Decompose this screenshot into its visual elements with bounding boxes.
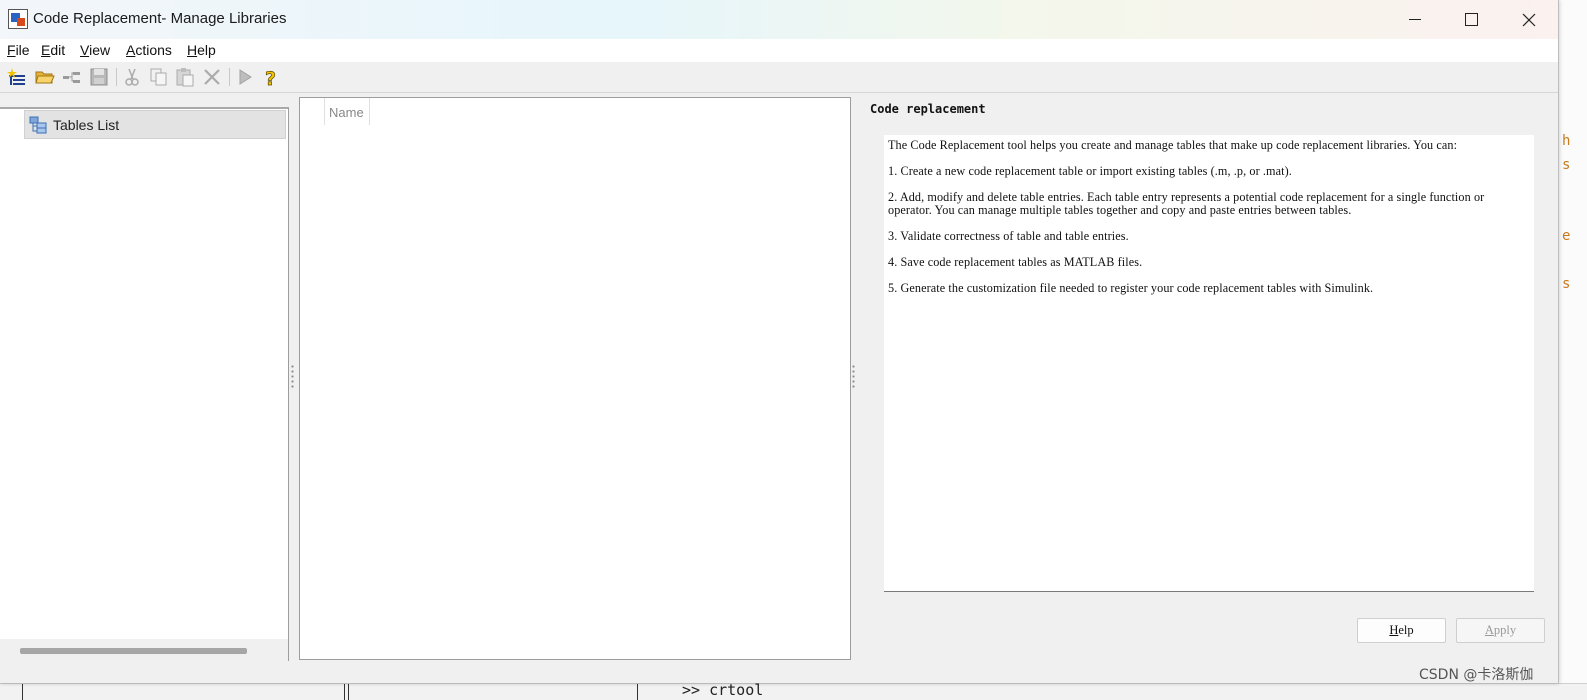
apply-button[interactable]: Apply [1456,618,1545,643]
menu-label: iew [89,42,111,58]
run-button[interactable] [235,67,255,87]
menu-view[interactable]: View [80,42,110,58]
background-editor-strip: h s e s [1560,0,1587,699]
info-paragraph: 2. Add, modify and delete table entries.… [888,190,1485,217]
maximize-icon [1465,13,1478,26]
tree-item-tables-list[interactable]: Tables List [24,110,286,139]
menu-mnemonic: H [187,42,198,58]
menu-mnemonic: A [126,42,136,58]
background-code-char: h [1562,133,1571,149]
help-toolbar-button[interactable]: ? [262,67,282,91]
menu-edit[interactable]: Edit [41,42,65,58]
copy-button[interactable] [149,67,169,87]
button-label: elp [1398,623,1414,637]
info-paragraph: 4. Save code replacement tables as MATLA… [888,255,1143,269]
menu-label: ile [15,42,30,58]
paste-button[interactable] [175,67,195,87]
copy-icon [150,68,167,86]
menu-help[interactable]: Help [187,42,216,58]
divider [344,684,345,700]
title-bar[interactable]: Code Replacement- Manage Libraries [0,0,1558,39]
background-command-window: >> crtool [0,681,1587,700]
button-label: pply [1493,623,1517,637]
info-paragraph: 5. Generate the customization file neede… [888,281,1374,295]
menu-bar: File Edit View Actions Help [0,39,1558,62]
left-splitter-handle[interactable] [291,364,294,390]
info-paragraph: 3. Validate correctness of table and tab… [888,229,1129,243]
tree-link-icon [63,72,80,83]
save-icon [90,68,108,86]
menu-label: ctions [135,42,172,58]
open-folder-icon [35,71,55,84]
info-paragraph: 1. Create a new code replacement table o… [888,164,1292,178]
divider [348,684,349,700]
column-header-label: Name [329,105,364,120]
run-icon [239,69,252,85]
tables-list-icon [29,116,47,134]
minimize-icon [1408,19,1421,20]
menu-mnemonic: E [41,42,51,58]
delete-icon [204,69,220,85]
close-button[interactable] [1500,0,1557,39]
menu-actions[interactable]: Actions [126,42,172,58]
menu-label: elp [197,42,216,58]
minimize-button[interactable] [1386,0,1443,39]
tables-tree-panel[interactable]: Tables List [0,107,289,661]
help-button[interactable]: Help [1357,618,1446,643]
divider [637,684,638,700]
help-icon: ? [265,68,277,91]
background-code-char: s [1562,276,1571,292]
save-button[interactable] [89,67,109,87]
info-paragraph: The Code Replacement tool helps you crea… [888,138,1458,152]
scrollbar-thumb[interactable] [20,648,247,654]
menu-label: dit [50,42,66,58]
paste-icon [176,68,194,87]
maximize-button[interactable] [1443,0,1500,39]
horizontal-scrollbar[interactable] [0,639,288,661]
divider [22,684,23,700]
button-mnemonic: A [1484,623,1494,637]
new-table-icon [7,68,25,85]
column-header-name[interactable]: Name [324,98,370,125]
tree-item-label: Tables List [53,117,120,133]
new-table-button[interactable] [7,67,27,87]
cut-button[interactable] [122,67,142,87]
toolbar-separator [116,68,117,86]
tree-link-button[interactable] [62,67,82,87]
table-entries-list[interactable]: Name [299,97,851,660]
window-title: Code Replacement- Manage Libraries [33,10,287,27]
menu-mnemonic: F [7,42,16,58]
right-splitter-handle[interactable] [852,364,855,390]
command-line-text: >> crtool [682,681,764,699]
background-code-char: s [1562,157,1571,173]
manage-libraries-window: Code Replacement- Manage Libraries File … [0,0,1559,683]
cut-icon [125,68,139,86]
menu-file[interactable]: File [7,42,30,58]
close-icon [1522,13,1535,26]
delete-button[interactable] [202,67,222,87]
svg-text:?: ? [265,68,276,87]
info-panel-title: Code replacement [870,102,986,116]
menu-mnemonic: V [80,42,90,58]
app-icon [8,9,28,29]
info-description-box: The Code Replacement tool helps you crea… [884,135,1534,592]
toolbar: ? [0,62,1558,93]
background-code-char: e [1562,228,1571,244]
toolbar-separator [229,68,230,86]
open-button[interactable] [35,67,55,87]
watermark-text: CSDN @卡洛斯伽 [1419,667,1534,683]
